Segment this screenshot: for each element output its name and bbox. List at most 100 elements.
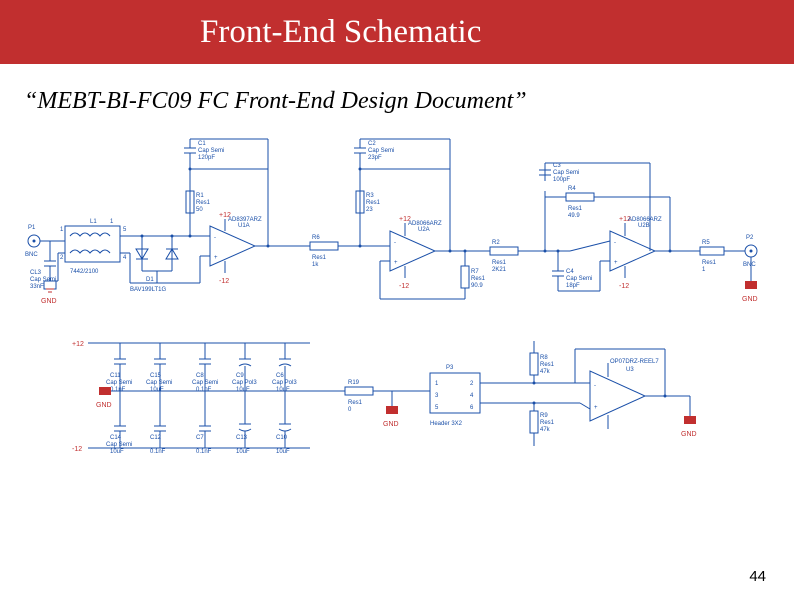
gnd-icon: GND: [742, 281, 758, 303]
svg-text:Cap Semi: Cap Semi: [198, 148, 224, 154]
svg-text:18pF: 18pF: [566, 283, 580, 289]
svg-text:4: 4: [123, 255, 127, 261]
svg-text:C1: C1: [198, 141, 206, 147]
svg-text:-12: -12: [219, 278, 229, 285]
svg-text:C11: C11: [110, 373, 121, 379]
svg-text:U2B: U2B: [638, 223, 650, 229]
svg-text:-12: -12: [619, 283, 629, 290]
svg-text:1k: 1k: [312, 262, 319, 268]
gnd-icon: GND: [96, 387, 112, 409]
svg-text:BNC: BNC: [743, 262, 756, 268]
svg-text:L1: L1: [90, 219, 97, 225]
svg-text:AD8397ARZ: AD8397ARZ: [228, 217, 262, 223]
svg-text:2: 2: [470, 381, 474, 387]
gnd-icon: GND: [681, 416, 697, 438]
svg-text:GND: GND: [96, 402, 112, 409]
svg-text:C8: C8: [196, 373, 204, 379]
svg-text:R2: R2: [492, 240, 500, 246]
svg-text:C14: C14: [110, 435, 122, 441]
svg-text:Cap Semi: Cap Semi: [192, 380, 218, 386]
svg-text:U1A: U1A: [238, 223, 250, 229]
res-r7: R7 Res1 90.9: [461, 251, 486, 299]
cap-c12: C12 0.1nF: [150, 391, 166, 455]
svg-text:P1: P1: [28, 225, 36, 231]
svg-text:6: 6: [470, 405, 474, 411]
svg-text:1: 1: [435, 381, 439, 387]
svg-text:Cap Semi: Cap Semi: [368, 148, 394, 154]
svg-text:-: -: [614, 240, 616, 246]
svg-text:0.1nF: 0.1nF: [196, 387, 212, 393]
svg-text:Cap Semi: Cap Semi: [30, 277, 56, 283]
svg-text:0: 0: [348, 407, 352, 413]
svg-text:AD8066ARZ: AD8066ARZ: [408, 221, 442, 227]
svg-text:10uF: 10uF: [276, 449, 290, 455]
svg-text:C3: C3: [553, 163, 561, 169]
svg-text:2: 2: [60, 255, 64, 261]
svg-text:+12: +12: [72, 341, 84, 348]
svg-text:2K21: 2K21: [492, 267, 507, 273]
svg-text:-: -: [394, 240, 396, 246]
cap-c13: C13 10uF: [236, 391, 251, 455]
res-r2: R2 Res1 2K21: [490, 240, 518, 273]
svg-text:+: +: [614, 260, 618, 266]
svg-text:CL3: CL3: [30, 270, 42, 276]
svg-text:Cap Semi: Cap Semi: [146, 380, 172, 386]
svg-text:-: -: [594, 383, 596, 389]
svg-text:C10: C10: [276, 435, 288, 441]
svg-text:Res1: Res1: [540, 420, 555, 426]
svg-text:R9: R9: [540, 413, 548, 419]
subtitle: “MEBT-BI-FC09 FC Front-End Design Docume…: [24, 88, 794, 115]
svg-text:Header 3X2: Header 3X2: [430, 421, 463, 427]
cap-c15: C15 Cap Semi 10uF: [146, 343, 172, 393]
svg-text:AD8066ARZ: AD8066ARZ: [628, 217, 662, 223]
svg-text:C9: C9: [236, 373, 244, 379]
gnd-icon: GND: [383, 391, 399, 428]
svg-text:Res1: Res1: [471, 276, 486, 282]
svg-text:Res1: Res1: [568, 206, 583, 212]
svg-text:Res1: Res1: [702, 260, 717, 266]
svg-text:C15: C15: [150, 373, 162, 379]
svg-text:0.1nF: 0.1nF: [150, 449, 166, 455]
svg-text:C12: C12: [150, 435, 162, 441]
page-title: Front-End Schematic: [200, 14, 481, 51]
svg-text:0.1nF: 0.1nF: [110, 387, 126, 393]
port-p2-bnc: P2 BNC: [743, 235, 757, 281]
opamp-u3: - + U3 OP07DRZ-REEL7: [580, 359, 659, 429]
svg-text:Res1: Res1: [540, 362, 555, 368]
svg-text:7442/2100: 7442/2100: [70, 269, 99, 275]
svg-text:-: -: [214, 235, 216, 241]
svg-text:10uF: 10uF: [276, 387, 290, 393]
svg-text:23: 23: [366, 207, 373, 213]
svg-text:R5: R5: [702, 240, 710, 246]
cap-c6: C6 Cap Pol3 10uF: [272, 343, 297, 393]
svg-text:100pF: 100pF: [553, 177, 570, 183]
svg-text:Res1: Res1: [492, 260, 507, 266]
svg-text:+: +: [214, 255, 218, 261]
cap-c4: C4 Cap Semi 18pF: [552, 251, 592, 291]
svg-text:10uF: 10uF: [236, 387, 250, 393]
svg-text:R4: R4: [568, 186, 576, 192]
svg-text:10uF: 10uF: [150, 387, 164, 393]
svg-text:1: 1: [702, 267, 706, 273]
svg-text:R6: R6: [312, 235, 320, 241]
svg-text:3: 3: [435, 393, 439, 399]
schematic-diagram: P1 BNC CL3 Cap Semi 33nF GND L1 1 7442/2…: [10, 131, 784, 481]
svg-text:GND: GND: [41, 298, 57, 305]
svg-text:33nF: 33nF: [30, 284, 44, 290]
svg-text:120pF: 120pF: [198, 155, 215, 161]
cap-c1: C1 Cap Semi 120pF: [184, 139, 268, 241]
svg-text:Cap Semi: Cap Semi: [106, 380, 132, 386]
cap-c11: C11 Cap Semi 0.1nF: [106, 343, 132, 393]
svg-text:P3: P3: [446, 365, 454, 371]
svg-text:50: 50: [196, 207, 203, 213]
svg-text:0.1nF: 0.1nF: [196, 449, 212, 455]
svg-text:R7: R7: [471, 269, 479, 275]
svg-text:U3: U3: [626, 367, 634, 373]
svg-text:U2A: U2A: [418, 227, 430, 233]
svg-text:Res1: Res1: [348, 400, 363, 406]
svg-text:90.9: 90.9: [471, 283, 483, 289]
svg-text:10uF: 10uF: [110, 449, 124, 455]
svg-text:+: +: [594, 405, 598, 411]
title-banner: Front-End Schematic: [0, 0, 794, 64]
svg-text:47k: 47k: [540, 427, 551, 433]
